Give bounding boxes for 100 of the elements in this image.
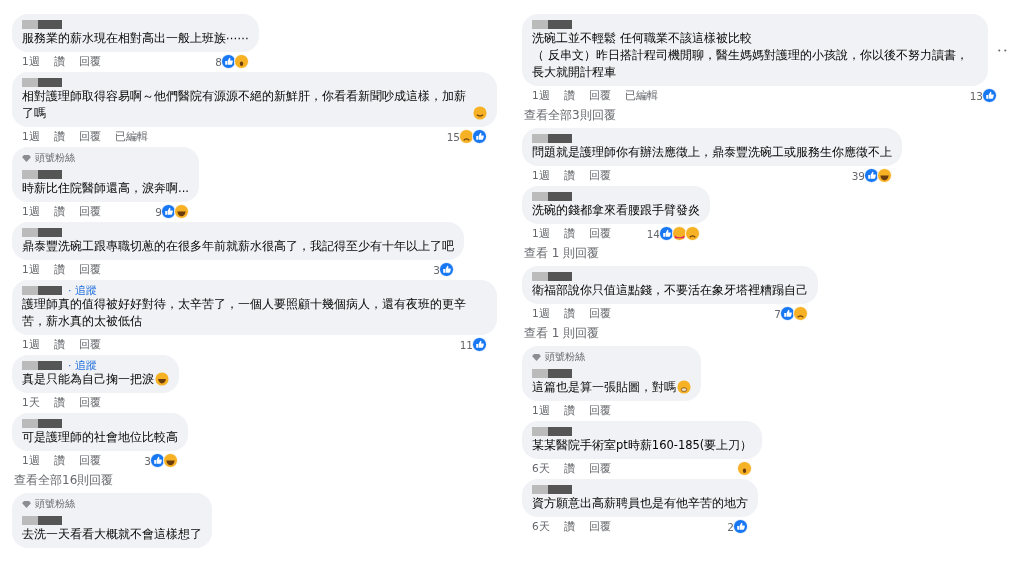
like-link[interactable]: 讚 [53,54,65,69]
haha-icon[interactable] [173,204,189,219]
like-link[interactable]: 讚 [53,204,65,219]
edited-label: 已編輯 [624,88,658,103]
view-replies-link[interactable]: 查看全部3則回覆 [522,106,618,128]
comment-time: 1週 [532,88,550,103]
follow-link[interactable]: · 追蹤 [68,282,97,298]
comment-text: 這篇也是算一張貼圖，對嗎 [532,379,676,396]
blurred-name [532,133,572,143]
care-icon[interactable] [672,226,687,241]
follow-link[interactable]: · 追蹤 [68,357,97,373]
reaction-count: 39 [851,169,865,182]
sad-icon[interactable] [459,129,474,144]
edited-label: 已編輯 [114,129,148,144]
like-link[interactable]: 讚 [53,262,65,277]
blurred-name [532,368,572,378]
comment-text: 洗碗工並不輕鬆 任何職業不該這樣被比較 [532,30,752,47]
comment-text: （ 反串文）昨日搭計程司機閒聊，醫生媽媽對護理的小孩說，你以後不努力讀書，長大就開計程車 [532,47,969,81]
like-link[interactable]: 讚 [563,461,575,476]
like-icon[interactable] [221,54,236,69]
comment-time: 1週 [22,129,40,144]
comment-text: 某某醫院手術室pt時薪160-185(要上刀） [532,437,753,454]
hush-emoji-icon [677,380,691,394]
like-icon[interactable] [864,168,879,183]
comment-text: 可是護理師的社會地位比較高 [22,429,178,446]
reply-link[interactable]: 回覆 [78,54,101,69]
like-icon[interactable] [733,519,748,534]
comment-text: 相對護理師取得容易啊～他們醫院有源源不絕的新鮮肝，你看看新聞吵成這樣，加薪了嗎 [22,88,467,122]
sad-icon[interactable] [685,226,700,241]
reaction-count: 7 [774,307,781,320]
like-link[interactable]: 讚 [53,395,65,410]
comment-text: 去洗一天看看大概就不會這樣想了 [22,526,202,543]
reply-link[interactable]: 回覆 [588,306,611,321]
reply-link[interactable]: 回覆 [78,395,101,410]
like-link[interactable]: 讚 [563,306,575,321]
blurred-name [22,227,62,237]
blurred-name [532,191,572,201]
sad-icon[interactable] [793,306,808,321]
like-icon[interactable] [439,262,454,277]
haha-icon[interactable] [163,453,178,468]
like-link[interactable]: 讚 [563,226,575,241]
comment-text: 衛福部說你只值這點錢，不要活在象牙塔裡糟蹋自己 [532,282,808,299]
wow-icon[interactable] [737,461,753,476]
like-icon[interactable] [982,88,997,103]
reply-link[interactable]: 回覆 [78,262,101,277]
comment-time: 6天 [532,461,550,476]
blurred-name [22,169,62,179]
reply-link[interactable]: 回覆 [78,453,101,468]
like-icon[interactable] [780,306,795,321]
comment-text: 護理師真的值得被好好對待，太辛苦了，一個人要照顧十幾個病人，還有夜班的更辛苦，薪水真的太被低估 [22,296,467,330]
haha-emoji-icon [155,372,169,386]
haha-icon[interactable] [877,168,892,183]
like-icon[interactable] [472,337,487,352]
badge-label: 頭號粉絲 [35,497,75,511]
like-link[interactable]: 讚 [53,337,65,352]
blurred-name [532,484,572,494]
comment-time: 1週 [22,453,40,468]
wow-icon[interactable] [234,54,249,69]
reply-link[interactable]: 回覆 [588,403,611,418]
blurred-name [22,19,62,29]
like-link[interactable]: 讚 [563,168,575,183]
like-icon[interactable] [150,453,165,468]
comment-text: 資方願意出高薪聘員也是有他辛苦的地方 [532,495,748,512]
reply-link[interactable]: 回覆 [588,519,611,534]
blurred-name [532,19,572,29]
diamond-icon [22,154,31,162]
like-link[interactable]: 讚 [563,403,575,418]
reply-link[interactable]: 回覆 [588,226,611,241]
comment-text: 鼎泰豐洗碗工跟專職切蔥的在很多年前就薪水很高了，我記得至少有十年以上了吧 [22,238,454,255]
comment-time: 1週 [22,337,40,352]
reply-link[interactable]: 回覆 [78,129,101,144]
like-link[interactable]: 讚 [563,519,575,534]
like-icon[interactable] [472,129,487,144]
like-link[interactable]: 讚 [563,88,575,103]
comment-time: 1天 [22,395,40,410]
reply-link[interactable]: 回覆 [78,204,101,219]
comment-time: 1週 [22,262,40,277]
like-icon[interactable] [659,226,674,241]
comment-time: 1週 [532,403,550,418]
more-icon[interactable] [998,48,1007,52]
comment-text: 服務業的薪水現在相對高出一般上班族⋯⋯ [22,30,249,47]
view-replies-link[interactable]: 查看 1 則回覆 [522,324,602,346]
view-replies-link[interactable]: 查看 1 則回覆 [522,244,602,266]
comment-text: 問題就是護理師你有辦法應徵上，鼎泰豐洗碗工或服務生你應徵不上 [532,144,892,161]
like-link[interactable]: 讚 [53,129,65,144]
diamond-icon [22,500,31,508]
grin-emoji-icon [473,106,487,120]
reply-link[interactable]: 回覆 [588,88,611,103]
reaction-count: 3 [433,263,440,276]
comment-time: 1週 [532,168,550,183]
like-link[interactable]: 讚 [53,453,65,468]
reply-link[interactable]: 回覆 [78,337,101,352]
reply-link[interactable]: 回覆 [588,461,611,476]
blurred-name [22,285,62,295]
view-replies-link[interactable]: 查看全部16則回覆 [12,471,116,493]
reaction-count: 14 [646,227,660,240]
reply-link[interactable]: 回覆 [588,168,611,183]
badge-label: 頭號粉絲 [35,151,75,165]
blurred-name [22,77,62,87]
like-icon[interactable] [160,204,176,219]
